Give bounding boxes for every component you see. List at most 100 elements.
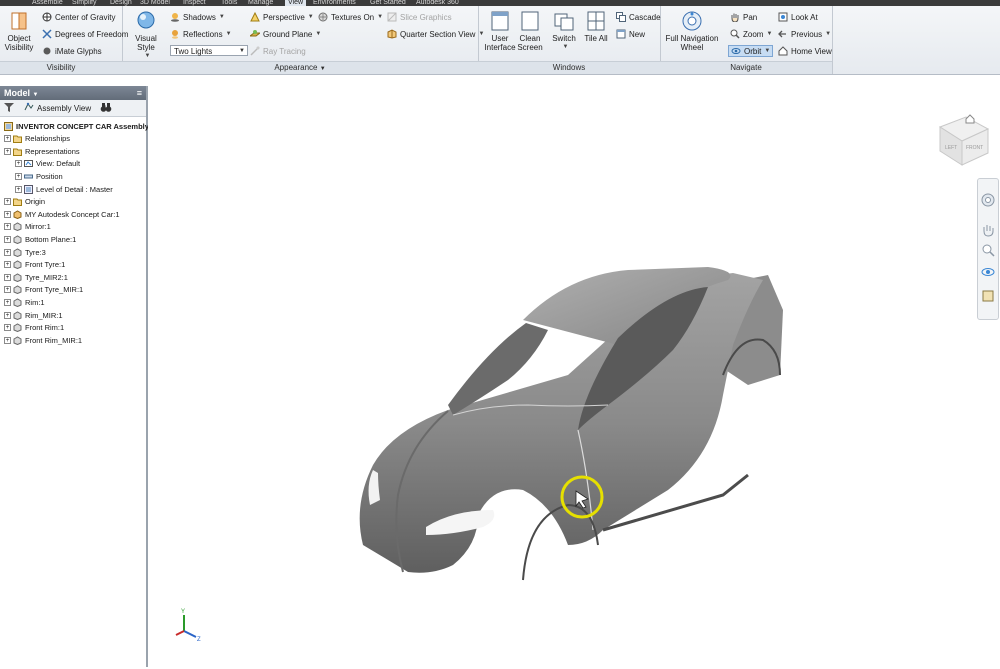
tree-node[interactable]: + Bottom Plane:1 [4,233,76,245]
tree-node[interactable]: + Mirror:1 [4,221,51,233]
tile-all-icon [586,10,606,32]
tree-node[interactable]: + Origin [4,196,45,208]
find-binoculars-icon[interactable] [100,101,112,115]
look-at-icon [778,12,788,22]
pan-hand-icon[interactable] [981,223,995,239]
ground-plane-button[interactable]: Ground Plane ▼ [248,29,321,39]
full-navigation-wheel-button[interactable]: Full Navigation Wheel [664,10,720,52]
tree-node[interactable]: + Rim_MIR:1 [4,309,63,321]
ray-tracing-button[interactable]: Ray Tracing [250,46,306,56]
expand-toggle-icon[interactable]: + [4,336,11,344]
filter-icon[interactable] [4,102,14,115]
model-browser: Model ▼ ≡ Assembly View ▼ INVENTOR CONCE… [0,86,163,667]
tree-node[interactable]: + Tyre_MIR2:1 [4,271,68,283]
tree-node[interactable]: + Front Rim:1 [4,322,64,334]
perspective-dropdown-icon: ▼ [307,14,314,20]
graphics-viewport[interactable]: Y Z LEFT FRONT [148,75,1000,667]
tree-node-label: Relationships [25,134,71,144]
visual-style-button[interactable]: Visual Style ▼ [126,10,166,61]
tree-node[interactable]: + Position [15,170,63,182]
look-at-button[interactable]: Look At [778,12,818,22]
expand-toggle-icon[interactable]: + [15,160,22,168]
browser-menu-icon[interactable]: ≡ [137,86,142,100]
expand-toggle-icon[interactable]: + [4,147,11,155]
tree-node[interactable]: + Tyre:3 [4,246,46,258]
expand-toggle-icon[interactable]: + [4,223,11,231]
look-at-nav-icon[interactable] [981,289,995,305]
previous-view-icon [778,29,788,39]
triad-z-label: Z [197,637,201,643]
tile-all-button[interactable]: Tile All [582,10,610,43]
orbit-button[interactable]: Orbit ▼ [728,45,774,57]
zoom-button[interactable]: Zoom ▼ [730,29,772,39]
expand-toggle-icon[interactable]: + [15,185,22,193]
lighting-style-select[interactable]: Two Lights ▼ [170,45,248,56]
home-view-button[interactable]: Home View [778,46,832,56]
viewcube[interactable]: LEFT FRONT [938,114,990,166]
center-of-gravity-button[interactable]: Center of Gravity [42,12,115,22]
expand-toggle-icon[interactable]: + [4,198,11,206]
tree-node[interactable]: + MY Autodesk Concept Car:1 [4,208,120,220]
model-browser-header[interactable]: Model ▼ ≡ [0,86,146,100]
view-icon [24,159,33,168]
expand-toggle-icon[interactable]: + [4,324,11,332]
imate-glyphs-button[interactable]: iMate Glyphs [42,46,102,56]
expand-toggle-icon[interactable]: + [4,135,11,143]
tree-node-label: Mirror:1 [25,222,51,232]
zoom-magnifier-icon[interactable] [981,243,995,259]
component-icon [13,310,22,320]
navigate-panel-title: Navigate [660,61,832,74]
expand-toggle-icon[interactable]: + [4,235,11,243]
textures-on-button[interactable]: Textures On ▼ [318,12,383,22]
switch-dropdown-icon: ▼ [562,44,569,50]
tree-node[interactable]: + Front Tyre_MIR:1 [4,284,83,296]
shadows-dropdown-icon: ▼ [218,14,225,20]
switch-button[interactable]: Switch ▼ [550,10,578,52]
tree-root-assembly[interactable]: INVENTOR CONCEPT CAR Assembly.iam [4,120,163,132]
shadows-button[interactable]: Shadows ▼ [170,12,225,22]
expand-toggle-icon[interactable]: + [4,273,11,281]
expand-toggle-icon[interactable]: + [15,172,22,180]
tree-node-label: Rim:1 [25,297,45,307]
cascade-button[interactable]: Cascade [616,12,661,22]
previous-view-button[interactable]: Previous ▼ [778,29,831,39]
object-visibility-button[interactable]: Object Visibility [4,10,34,52]
tree-node-label: Front Rim:1 [25,323,65,333]
clean-screen-button[interactable]: Clean Screen [516,10,544,52]
imate-glyphs-icon [42,46,52,56]
tree-node[interactable]: + Level of Detail : Master [15,183,113,195]
reflections-button[interactable]: Reflections ▼ [170,29,232,39]
expand-toggle-icon[interactable]: + [4,298,11,306]
tree-node-label: Front Tyre_MIR:1 [25,285,84,295]
steering-wheel-icon[interactable] [981,193,995,209]
expand-toggle-icon[interactable]: + [4,286,11,294]
tree-node[interactable]: + Front Rim_MIR:1 [4,334,82,346]
expand-toggle-icon[interactable]: + [4,210,11,218]
tree-node-label: Tyre_MIR2:1 [25,272,68,282]
tree-node[interactable]: + Front Tyre:1 [4,259,65,271]
expand-toggle-icon[interactable]: + [4,311,11,319]
center-of-gravity-icon [42,12,52,22]
perspective-icon [250,11,260,22]
expand-toggle-icon[interactable]: + [4,248,11,256]
assembly-view-select[interactable]: Assembly View ▼ [24,102,107,114]
user-interface-button[interactable]: User Interface [482,10,518,52]
assembly-view-icon [24,102,34,114]
slice-graphics-button[interactable]: Slice Graphics [387,12,452,22]
tree-node[interactable]: + View: Default [15,158,80,170]
expand-toggle-icon[interactable]: + [4,261,11,269]
new-window-button[interactable]: New [616,29,645,39]
tree-node-label: MY Autodesk Concept Car:1 [25,209,120,219]
textures-dropdown-icon: ▼ [377,14,384,20]
tree-node[interactable]: + Relationships [4,133,70,145]
visual-style-icon [136,10,156,32]
orbit-nav-icon[interactable] [981,265,995,281]
tree-node[interactable]: + Representations [4,145,80,157]
pan-button[interactable]: Pan [730,12,757,23]
quarter-section-view-button[interactable]: Quarter Section View ▼ [387,29,484,39]
degrees-of-freedom-button[interactable]: Degrees of Freedom [42,29,128,39]
clean-screen-icon [520,10,540,32]
triad-y-label: Y [181,609,185,615]
perspective-button[interactable]: Perspective ▼ [250,11,314,22]
tree-node[interactable]: + Rim:1 [4,296,45,308]
